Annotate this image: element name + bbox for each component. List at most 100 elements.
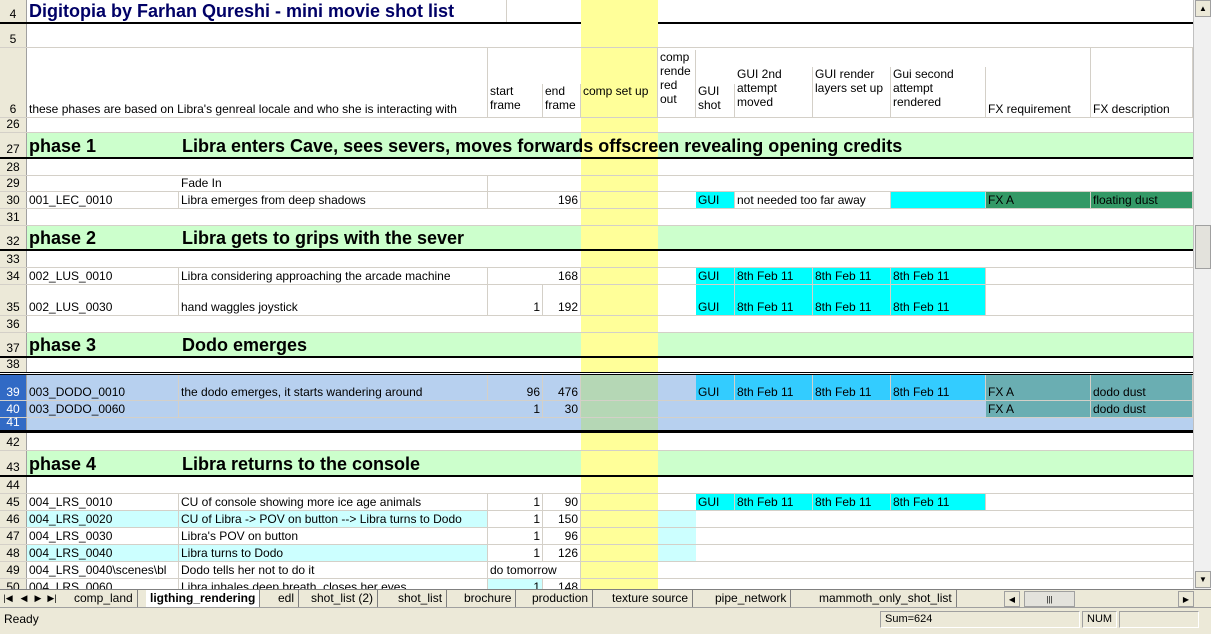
end-frame-cell[interactable]: 168	[543, 268, 581, 284]
desc-cell[interactable]: CU of console showing more ice age anima…	[179, 494, 488, 510]
shot-id-cell[interactable]: 004_LRS_0040	[27, 545, 179, 561]
gui-cell[interactable]: GUI	[696, 285, 735, 315]
desc-cell[interactable]: Libra considering approaching the arcade…	[179, 268, 488, 284]
end-frame-cell[interactable]: 196	[543, 192, 581, 208]
gui-2nd-cell[interactable]: not needed too far away	[735, 192, 891, 208]
desc-cell[interactable]: Dodo tells her not to do it	[179, 562, 488, 578]
shot-id-cell[interactable]: 004_LRS_0020	[27, 511, 179, 527]
start-frame-cell[interactable]: 1	[488, 579, 543, 589]
header-comp-rendered[interactable]: comp rende red out	[658, 50, 696, 117]
row-header[interactable]: 41	[0, 415, 27, 430]
desc-cell[interactable]: CU of Libra -> POV on button --> Libra t…	[179, 511, 488, 527]
row-header[interactable]: 26	[0, 117, 27, 132]
row-header[interactable]: 48	[0, 545, 27, 561]
sheet-row[interactable]: 42	[0, 433, 1193, 451]
sheet-row[interactable]: 41	[0, 415, 1193, 433]
header-end-frame[interactable]: end frame	[543, 84, 581, 117]
tab-comp-land[interactable]: comp_land	[70, 590, 138, 607]
start-frame-cell[interactable]: 1	[488, 511, 543, 527]
start-frame-cell[interactable]: 1	[488, 545, 543, 561]
desc-cell[interactable]: hand waggles joystick	[179, 285, 488, 315]
phase-row[interactable]: 37 phase 3 Dodo emerges	[0, 333, 1193, 358]
end-frame-cell[interactable]: 126	[543, 545, 581, 561]
desc-cell[interactable]: Libra's POV on button	[179, 528, 488, 544]
row-header[interactable]: 34	[0, 268, 27, 284]
sheet-row[interactable]: 29 Fade In	[0, 176, 1193, 192]
start-frame-cell[interactable]: do tomorrow	[488, 562, 581, 578]
scroll-thumb[interactable]	[1195, 225, 1211, 269]
sheet-row[interactable]: 47 004_LRS_0030 Libra's POV on button 1 …	[0, 528, 1193, 545]
desc-cell[interactable]: the dodo emerges, it starts wandering ar…	[179, 375, 488, 400]
scroll-down-icon[interactable]: ▼	[1195, 571, 1211, 588]
phase-title[interactable]: Libra enters Cave, sees severs, moves fo…	[180, 133, 980, 157]
fx-description-cell[interactable]: floating dust	[1091, 192, 1193, 208]
gui-second-rendered-cell[interactable]	[891, 192, 986, 208]
row-header[interactable]: 28	[0, 159, 27, 175]
phase-label[interactable]: phase 2	[27, 226, 177, 249]
sheet-row[interactable]: 4 Digitopia by Farhan Qureshi - mini mov…	[0, 0, 1193, 24]
shot-id-cell[interactable]: 004_LRS_0040\scenes\bl	[27, 562, 179, 578]
header-gui-shot[interactable]: GUI shot	[696, 84, 735, 117]
header-fx-description[interactable]: FX description	[1091, 48, 1193, 117]
desc-cell[interactable]: Fade In	[179, 176, 488, 191]
scroll-right-icon[interactable]: ▶	[1178, 591, 1194, 607]
next-sheet-icon[interactable]: ▶	[32, 591, 44, 606]
tab-texture-source[interactable]: texture source	[608, 590, 694, 607]
tab-ligthing-rendering[interactable]: ligthing_rendering	[146, 590, 261, 607]
phase-title[interactable]: Libra gets to grips with the sever	[180, 226, 980, 249]
end-frame-cell[interactable]: 150	[543, 511, 581, 527]
sheet-row[interactable]: 30 001_LEC_0010 Libra emerges from deep …	[0, 192, 1193, 209]
vertical-scrollbar[interactable]: ▲ ▼	[1193, 0, 1211, 589]
sheet-row[interactable]: 38	[0, 357, 1193, 375]
sheet-row[interactable]: 46 004_LRS_0020 CU of Libra -> POV on bu…	[0, 511, 1193, 528]
phase-label[interactable]: phase 3	[27, 333, 177, 356]
tab-shot-list[interactable]: shot_list	[394, 590, 448, 607]
scroll-up-icon[interactable]: ▲	[1195, 0, 1211, 17]
end-frame-cell[interactable]: 90	[543, 494, 581, 510]
fx-description-cell[interactable]: dodo dust	[1091, 375, 1193, 400]
row-header[interactable]: 45	[0, 494, 27, 510]
row-header[interactable]: 50	[0, 579, 27, 589]
desc-cell[interactable]: Libra turns to Dodo	[179, 545, 488, 561]
gui-2nd-cell[interactable]: 8th Feb 11	[735, 268, 813, 284]
fx-requirement-cell[interactable]: FX A	[986, 375, 1091, 400]
desc-cell[interactable]: Libra emerges from deep shadows	[179, 192, 488, 208]
sheet-row[interactable]: 5	[0, 24, 1193, 48]
tab-production[interactable]: production	[528, 590, 594, 607]
shot-id-cell[interactable]: 002_LUS_0010	[27, 268, 179, 284]
row-header[interactable]: 47	[0, 528, 27, 544]
gui-layers-cell[interactable]: 8th Feb 11	[813, 285, 891, 315]
row-header[interactable]: 33	[0, 251, 27, 267]
row-header[interactable]: 36	[0, 316, 27, 332]
tab-pipe-network[interactable]: pipe_network	[711, 590, 792, 607]
gui-2nd-cell[interactable]: 8th Feb 11	[735, 494, 813, 510]
start-frame-cell[interactable]: 1	[488, 285, 543, 315]
shot-id-cell[interactable]: 003_DODO_0010	[27, 375, 179, 400]
header-fx-requirement[interactable]: FX requirement	[986, 48, 1091, 117]
row-header[interactable]: 31	[0, 209, 27, 225]
end-frame-cell[interactable]: 192	[543, 285, 581, 315]
row-header[interactable]: 27	[0, 133, 27, 157]
end-frame-cell[interactable]: 476	[543, 375, 581, 400]
sheet-row[interactable]: 26	[0, 117, 1193, 133]
header-row[interactable]: 6 these phases are based on Libra's genr…	[0, 48, 1193, 118]
header-comp-set-up[interactable]: comp set up	[581, 48, 658, 117]
shot-id-cell[interactable]: 001_LEC_0010	[27, 192, 179, 208]
fx-description-cell[interactable]: dodo dust	[1091, 401, 1193, 417]
spreadsheet-grid[interactable]: 4 Digitopia by Farhan Qureshi - mini mov…	[0, 0, 1193, 589]
gui-cell[interactable]: GUI	[696, 192, 735, 208]
tab-edl[interactable]: edl	[274, 590, 300, 607]
fx-requirement-cell[interactable]: FX A	[986, 401, 1091, 417]
start-frame-cell[interactable]: 96	[488, 375, 543, 400]
sheet-row[interactable]: 33	[0, 251, 1193, 268]
desc-cell[interactable]: Libra inhales deep breath, closes her ey…	[179, 579, 488, 589]
row-header[interactable]: 39	[0, 375, 27, 400]
shot-id-cell[interactable]: 003_DODO_0060	[27, 401, 179, 417]
row-header[interactable]: 6	[0, 48, 27, 117]
gui-2nd-cell[interactable]: 8th Feb 11	[735, 285, 813, 315]
shot-id-cell[interactable]: 002_LUS_0030	[27, 285, 179, 315]
row-header[interactable]: 32	[0, 226, 27, 249]
phase-title[interactable]: Libra returns to the console	[180, 451, 980, 475]
fx-requirement-cell[interactable]: FX A	[986, 192, 1091, 208]
shot-id-cell[interactable]: 004_LRS_0060	[27, 579, 179, 589]
